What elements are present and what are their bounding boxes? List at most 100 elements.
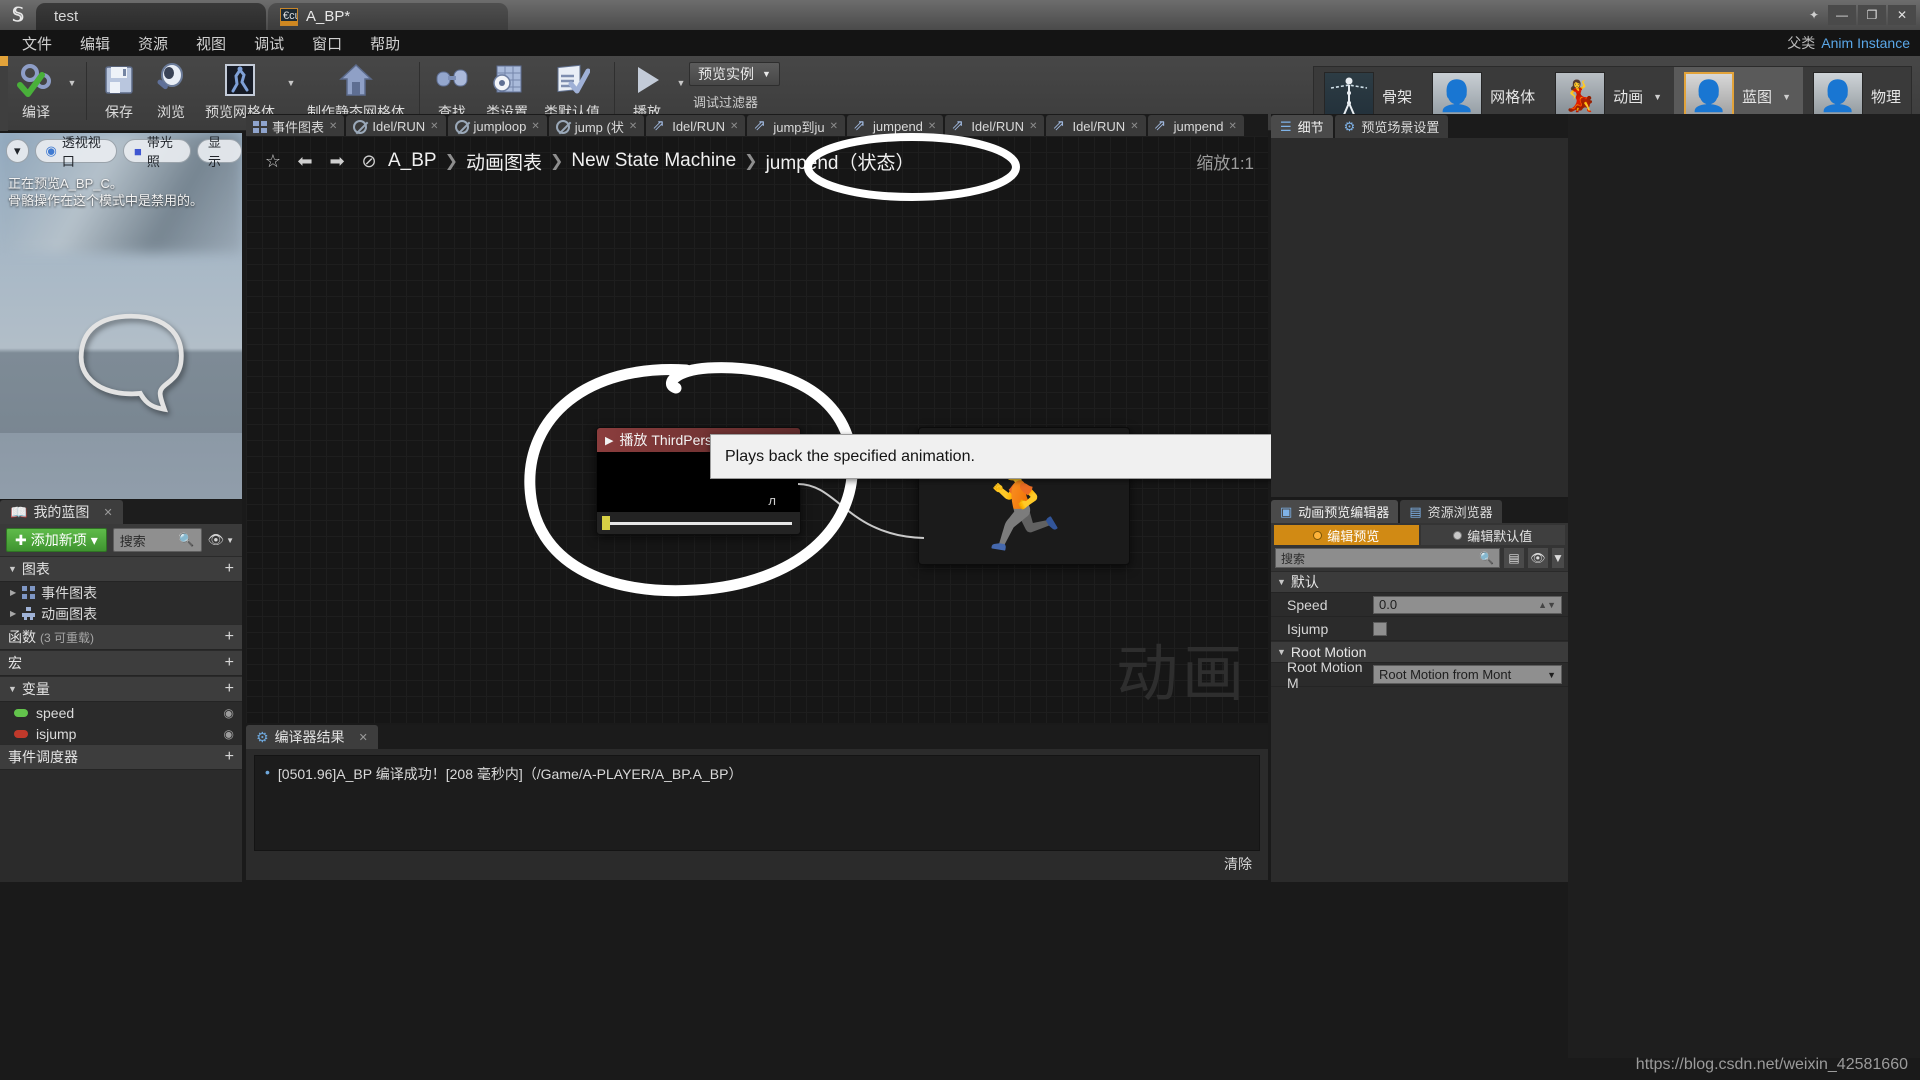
close-icon[interactable]: ✕: [830, 121, 838, 132]
close-icon[interactable]: ✕: [430, 121, 438, 132]
viewport-show-button[interactable]: 显示: [196, 135, 242, 169]
add-event-dispatcher-icon[interactable]: +: [225, 748, 234, 766]
variable-row-isjump[interactable]: isjump ◉: [0, 723, 242, 744]
parent-class-display: 父类 Anim Instance: [1787, 33, 1920, 53]
menu-debug[interactable]: 调试: [240, 30, 298, 56]
doc-tab-jumpend-2[interactable]: jumpend ✕: [1147, 115, 1244, 138]
project-tab[interactable]: test: [36, 3, 266, 30]
breadcrumb-segment-state-machine[interactable]: New State Machine: [571, 150, 736, 172]
add-graph-icon[interactable]: +: [225, 560, 234, 578]
property-root-motion-dropdown[interactable]: Root Motion from Mont ▼: [1373, 665, 1562, 684]
close-icon[interactable]: ✕: [629, 121, 637, 132]
compiler-log-line[interactable]: • [0501.96]A_BP 编译成功！[208 毫秒内]（/Game/A-P…: [265, 764, 1249, 784]
doc-tab-idel-run-4[interactable]: Idel/RUN ✕: [1046, 115, 1146, 138]
breadcrumb-segment-anim-graph[interactable]: 动画图表: [466, 148, 542, 175]
preview-instance-dropdown[interactable]: 预览实例 ▼: [689, 62, 780, 86]
close-button[interactable]: ✕: [1888, 5, 1916, 25]
category-default[interactable]: ▼ 默认: [1271, 571, 1568, 593]
menu-view[interactable]: 视图: [182, 30, 240, 56]
minimize-button[interactable]: —: [1828, 5, 1856, 25]
close-icon[interactable]: ✕: [329, 121, 337, 132]
tab-anim-preview-editor[interactable]: ▣ 动画预览编辑器: [1271, 500, 1399, 523]
favorite-star-icon[interactable]: ☆: [260, 148, 286, 174]
tree-item-anim-graph[interactable]: ▶ 动画图表: [0, 603, 242, 624]
browse-button[interactable]: 浏览: [145, 56, 197, 126]
save-button[interactable]: 保存: [93, 56, 145, 126]
doc-tab-event-graph[interactable]: 事件图表 ✕: [246, 115, 345, 138]
details-search-input[interactable]: 搜索 🔍: [1275, 548, 1500, 568]
list-view-icon[interactable]: ▤: [1504, 548, 1524, 568]
pin-icon[interactable]: ✦: [1802, 5, 1826, 25]
close-icon[interactable]: ✕: [359, 731, 368, 744]
doc-tab-idel-run-2[interactable]: Idel/RUN ✕: [646, 115, 746, 138]
menu-edit[interactable]: 编辑: [66, 30, 124, 56]
play-node-slider[interactable]: [597, 512, 800, 534]
compile-button[interactable]: 编译: [8, 56, 64, 126]
triangle-right-icon[interactable]: ▶: [10, 588, 16, 597]
property-isjump-checkbox[interactable]: [1373, 621, 1387, 636]
tab-details[interactable]: ☰ 细节: [1271, 115, 1333, 138]
close-icon[interactable]: ✕: [1228, 121, 1236, 132]
section-graphs[interactable]: ▼ 图表 +: [0, 556, 242, 582]
add-function-icon[interactable]: +: [225, 628, 234, 646]
eye-icon[interactable]: ◉: [224, 706, 234, 720]
section-macros[interactable]: 宏 +: [0, 650, 242, 676]
parent-class-link[interactable]: Anim Instance: [1821, 35, 1910, 51]
viewport-menu-button[interactable]: ▾: [6, 139, 29, 163]
close-icon[interactable]: ✕: [103, 506, 112, 519]
section-functions-sub: (3 可重载): [40, 630, 95, 645]
back-arrow-icon[interactable]: ⬅: [292, 148, 318, 174]
close-icon[interactable]: ✕: [928, 121, 936, 132]
doc-tab-idel-run-1[interactable]: Idel/RUN ✕: [346, 115, 446, 138]
property-speed-input[interactable]: 0.0 ▲▼: [1373, 595, 1562, 614]
tab-compiler-results[interactable]: ⚙ 编译器结果 ✕: [246, 725, 378, 749]
asset-tab[interactable]: €custom; A_BP*: [268, 3, 508, 30]
breadcrumb-segment-current-state[interactable]: jumpend（状态）: [766, 148, 915, 175]
compile-dropdown-icon[interactable]: ▼: [64, 56, 80, 126]
tab-preview-scene-settings[interactable]: ⚙ 预览场景设置: [1334, 115, 1449, 138]
viewport-perspective-button[interactable]: ◉ 透视视口: [34, 135, 118, 169]
section-graphs-label: 图表: [21, 561, 50, 577]
viewport-lit-button[interactable]: ■ 带光照: [123, 135, 191, 169]
section-event-dispatchers[interactable]: 事件调度器 +: [0, 744, 242, 770]
tab-asset-browser[interactable]: ▤ 资源浏览器: [1400, 500, 1502, 523]
maximize-button[interactable]: ❐: [1858, 5, 1886, 25]
spinner-icon[interactable]: ▲▼: [1538, 600, 1556, 610]
close-icon[interactable]: ✕: [1029, 121, 1037, 132]
clear-log-button[interactable]: 清除: [1224, 854, 1252, 874]
mode-blueprint-caret-icon[interactable]: ▼: [1780, 92, 1793, 102]
doc-tab-jump-to-ju[interactable]: jump到ju ✕: [747, 115, 846, 138]
add-variable-icon[interactable]: +: [225, 680, 234, 698]
close-icon[interactable]: ✕: [1130, 121, 1138, 132]
section-variables[interactable]: ▼ 变量 +: [0, 676, 242, 702]
compiler-log[interactable]: • [0501.96]A_BP 编译成功！[208 毫秒内]（/Game/A-P…: [254, 755, 1260, 851]
add-new-button[interactable]: ✚ 添加新项 ▾: [6, 528, 107, 552]
doc-tab-jump[interactable]: jump (状 ✕: [548, 115, 645, 138]
breadcrumb-segment-asset[interactable]: A_BP: [388, 150, 437, 172]
close-icon[interactable]: ✕: [730, 121, 738, 132]
triangle-right-icon[interactable]: ▶: [10, 609, 16, 618]
eye-icon[interactable]: ◉: [224, 727, 234, 741]
tree-item-event-graph[interactable]: ▶ 事件图表: [0, 582, 242, 603]
menu-file[interactable]: 文件: [8, 30, 66, 56]
my-blueprint-search-input[interactable]: 搜索 🔍: [112, 528, 202, 552]
add-macro-icon[interactable]: +: [225, 654, 234, 672]
segment-edit-preview[interactable]: 编辑预览: [1274, 525, 1419, 545]
doc-tab-jumpend-1[interactable]: jumpend ✕: [847, 115, 944, 138]
doc-tab-jumploop[interactable]: jumploop ✕: [447, 115, 547, 138]
menu-help[interactable]: 帮助: [356, 30, 414, 56]
tab-my-blueprint[interactable]: 📖 我的蓝图 ✕: [0, 500, 123, 524]
close-icon[interactable]: ✕: [531, 121, 539, 132]
visibility-toggle[interactable]: 👁 ▼: [208, 532, 236, 548]
forward-arrow-icon[interactable]: ➡: [324, 148, 350, 174]
mode-animation-caret-icon[interactable]: ▼: [1651, 92, 1664, 102]
section-functions[interactable]: 函数 (3 可重载) +: [0, 624, 242, 650]
segment-edit-defaults[interactable]: 编辑默认值: [1420, 525, 1565, 545]
menu-asset[interactable]: 资源: [124, 30, 182, 56]
eye-icon[interactable]: 👁: [1528, 548, 1548, 568]
chevron-down-icon[interactable]: ▼: [1552, 548, 1564, 568]
doc-tab-idel-run-3[interactable]: Idel/RUN ✕: [945, 115, 1045, 138]
menu-window[interactable]: 窗口: [298, 30, 356, 56]
anim-graph-canvas[interactable]: 动画 ▶ 播放 ThirdPerson л 👤 Result 🏃: [246, 136, 1268, 723]
variable-row-speed[interactable]: speed ◉: [0, 702, 242, 723]
